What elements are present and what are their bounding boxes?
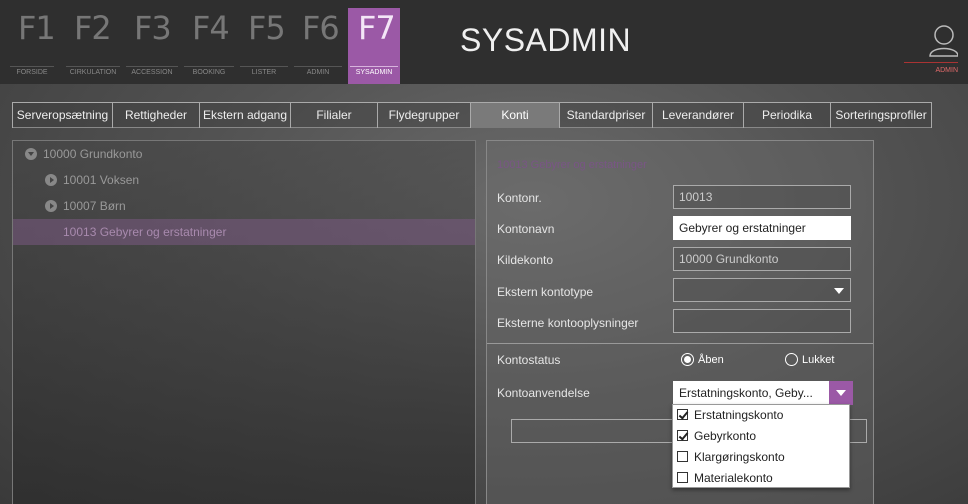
- user-menu[interactable]: ADMIN: [904, 22, 958, 84]
- tree-node-10001[interactable]: 10001 Voksen: [13, 167, 475, 193]
- collapse-icon[interactable]: [25, 148, 37, 160]
- tree-node-label: 10001 Voksen: [63, 173, 140, 187]
- option-klargoringskonto[interactable]: Klargøringskonto: [673, 447, 849, 468]
- fkey-lister[interactable]: F5 LISTER: [238, 8, 290, 84]
- fkey-number: F2: [74, 9, 112, 47]
- fkey-forside[interactable]: F1 FORSIDE: [8, 8, 56, 84]
- divider: [487, 343, 873, 344]
- option-materialekonto[interactable]: Materialekonto: [673, 468, 849, 489]
- ekstern-kontotype-select[interactable]: [673, 278, 851, 302]
- tree-node-label: 10007 Børn: [63, 199, 126, 213]
- checkbox-checked-icon[interactable]: [677, 409, 688, 420]
- kildekonto-label: Kildekonto: [497, 253, 554, 267]
- kontoanvendelse-select[interactable]: Erstatningskonto, Geby...: [673, 381, 853, 405]
- checkbox-unchecked-icon[interactable]: [677, 472, 688, 483]
- ekstern-info-label: Eksterne kontooplysninger: [497, 316, 639, 330]
- tab-filialer[interactable]: Filialer: [290, 102, 378, 128]
- fkey-sysadmin[interactable]: F7 SYSADMIN: [348, 8, 400, 84]
- dropdown-toggle-button[interactable]: [829, 381, 853, 405]
- option-label: Materialekonto: [694, 471, 773, 485]
- expand-icon[interactable]: [45, 174, 57, 186]
- option-label: Erstatningskonto: [694, 408, 784, 422]
- ekstern-kontotype-label: Ekstern kontotype: [497, 285, 594, 299]
- fkey-label: LISTER: [240, 66, 288, 76]
- fkey-number: F6: [302, 9, 340, 47]
- kontoanvendelse-value: Erstatningskonto, Geby...: [679, 386, 813, 400]
- tab-periodika[interactable]: Periodika: [743, 102, 831, 128]
- expand-icon[interactable]: [45, 200, 57, 212]
- tab-bar: Serveropsætning Rettigheder Ekstern adga…: [12, 102, 932, 128]
- kontonavn-label: Kontonavn: [497, 222, 555, 236]
- ekstern-info-field[interactable]: [673, 309, 851, 333]
- account-tree: 10000 Grundkonto 10001 Voksen 10007 Børn…: [12, 140, 476, 504]
- user-icon: [929, 25, 958, 57]
- tree-node-10013[interactable]: 10013 Gebyrer og erstatninger: [13, 219, 475, 245]
- tree-node-10000[interactable]: 10000 Grundkonto: [13, 141, 475, 167]
- chevron-down-icon: [834, 288, 844, 294]
- kontonavn-field[interactable]: Gebyrer og erstatninger: [673, 216, 851, 240]
- tab-ekstern-adgang[interactable]: Ekstern adgang: [199, 102, 291, 128]
- fkey-label: SYSADMIN: [350, 66, 398, 76]
- fkey-label: CIRKULATION: [66, 66, 120, 76]
- tab-flydegrupper[interactable]: Flydegrupper: [377, 102, 471, 128]
- top-bar: F1 FORSIDE F2 CIRKULATION F3 ACCESSION F…: [0, 0, 968, 84]
- status-closed-label: Lukket: [802, 354, 835, 366]
- tree-node-10007[interactable]: 10007 Børn: [13, 193, 475, 219]
- fkey-number: F4: [192, 9, 230, 47]
- page-title: SYSADMIN: [460, 22, 632, 58]
- fkey-number: F7: [358, 9, 396, 47]
- tab-sorteringsprofiler[interactable]: Sorteringsprofiler: [830, 102, 932, 128]
- kildekonto-field[interactable]: 10000 Grundkonto: [673, 247, 851, 271]
- tab-rettigheder[interactable]: Rettigheder: [112, 102, 200, 128]
- option-erstatningskonto[interactable]: Erstatningskonto: [673, 405, 849, 426]
- tab-konti[interactable]: Konti: [470, 102, 560, 128]
- tree-node-label: 10013 Gebyrer og erstatninger: [63, 225, 227, 239]
- kontoanvendelse-dropdown: Erstatningskonto Gebyrkonto Klargøringsk…: [672, 404, 850, 488]
- option-label: Gebyrkonto: [694, 429, 757, 443]
- option-label: Klargøringskonto: [694, 450, 785, 464]
- status-open-label: Åben: [698, 354, 724, 366]
- radio-unselected-icon: [785, 353, 798, 366]
- fkey-label: FORSIDE: [10, 66, 54, 76]
- status-open-radio[interactable]: Åben: [681, 353, 724, 367]
- form-title: 10013 Gebyrer og erstatninger: [497, 159, 647, 171]
- user-label: ADMIN: [904, 62, 958, 74]
- option-gebyrkonto[interactable]: Gebyrkonto: [673, 426, 849, 447]
- fkey-number: F1: [18, 9, 56, 47]
- tab-serveropsaetning[interactable]: Serveropsætning: [12, 102, 113, 128]
- fkey-label: ADMIN: [294, 66, 342, 76]
- fkey-label: ACCESSION: [126, 66, 178, 76]
- fkey-cirkulation[interactable]: F2 CIRKULATION: [64, 8, 122, 84]
- radio-selected-icon: [681, 353, 694, 366]
- kontonr-field[interactable]: 10013: [673, 185, 851, 209]
- tab-leverandorer[interactable]: Leverandører: [652, 102, 744, 128]
- tree-node-label: 10000 Grundkonto: [43, 147, 143, 161]
- kontonr-label: Kontonr.: [497, 191, 542, 205]
- status-closed-radio[interactable]: Lukket: [785, 353, 834, 367]
- kontoanvendelse-label: Kontoanvendelse: [497, 386, 590, 400]
- fkey-number: F5: [248, 9, 286, 47]
- fkey-booking[interactable]: F4 BOOKING: [182, 8, 236, 84]
- fkey-accession[interactable]: F3 ACCESSION: [124, 8, 180, 84]
- kontostatus-label: Kontostatus: [497, 353, 561, 367]
- checkbox-checked-icon[interactable]: [677, 430, 688, 441]
- tab-standardpriser[interactable]: Standardpriser: [559, 102, 653, 128]
- fkey-admin[interactable]: F6 ADMIN: [292, 8, 344, 84]
- fkey-number: F3: [134, 9, 172, 47]
- fkey-label: BOOKING: [184, 66, 234, 76]
- checkbox-unchecked-icon[interactable]: [677, 451, 688, 462]
